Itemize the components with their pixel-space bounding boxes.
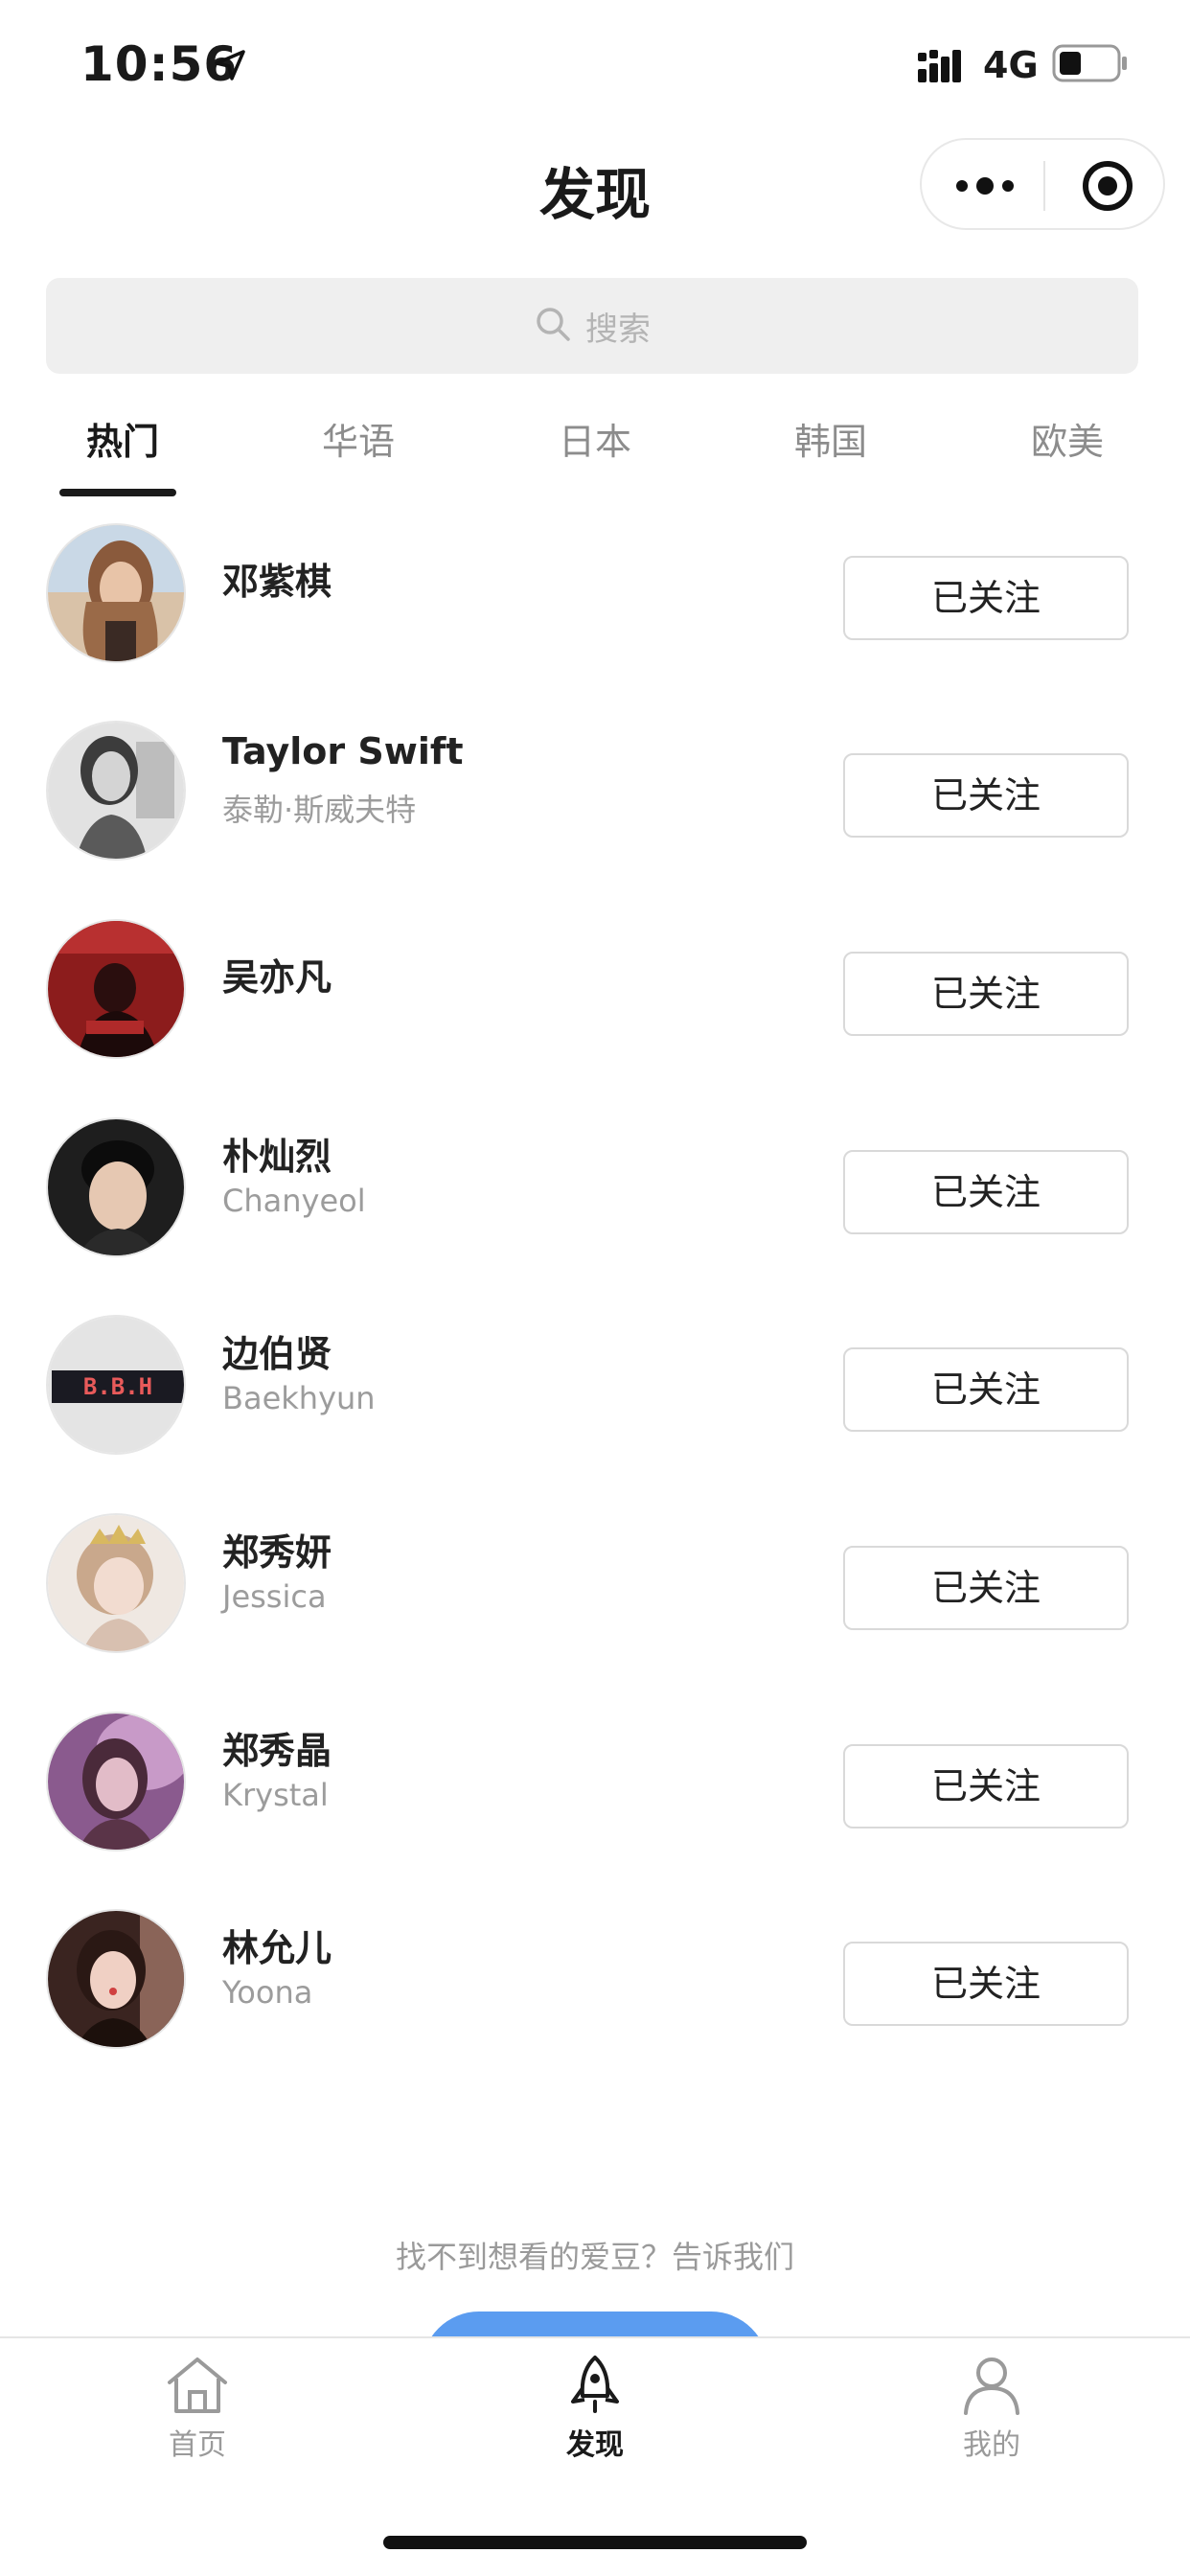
followed-button[interactable]: 已关注 xyxy=(843,1744,1129,1828)
tab-japan[interactable]: 日本 xyxy=(518,412,672,465)
followed-button[interactable]: 已关注 xyxy=(843,1546,1129,1630)
list-item[interactable]: Taylor Swift 泰勒·斯威夫特 已关注 xyxy=(0,698,1190,895)
search-input[interactable]: 搜索 xyxy=(46,278,1138,374)
artist-name: 郑秀妍 xyxy=(222,1531,332,1574)
followed-button[interactable]: 已关注 xyxy=(843,1942,1129,2026)
followed-button[interactable]: 已关注 xyxy=(843,753,1129,838)
artist-subname: Baekhyun xyxy=(222,1380,376,1416)
followed-button[interactable]: 已关注 xyxy=(843,952,1129,1036)
artist-name: 吴亦凡 xyxy=(222,956,332,999)
avatar xyxy=(46,523,186,663)
list-item[interactable]: 郑秀晶 Krystal 已关注 xyxy=(0,1689,1190,1886)
location-arrow-icon xyxy=(213,48,247,86)
home-indicator xyxy=(383,2536,807,2549)
artist-subname: Krystal xyxy=(222,1777,329,1813)
tab-korea[interactable]: 韩国 xyxy=(754,412,907,465)
artist-name: 郑秀晶 xyxy=(222,1730,332,1772)
tabbar-label: 我的 xyxy=(963,2428,1020,2462)
rocket-icon xyxy=(499,2354,691,2415)
list-item[interactable]: 吴亦凡 已关注 xyxy=(0,896,1190,1093)
search-placeholder: 搜索 xyxy=(585,310,651,349)
artist-name: 邓紫棋 xyxy=(222,561,332,603)
person-icon xyxy=(896,2354,1087,2415)
signal-icon xyxy=(918,48,972,86)
capsule-divider xyxy=(1043,161,1045,211)
followed-button[interactable]: 已关注 xyxy=(843,1347,1129,1432)
tabbar-label: 首页 xyxy=(169,2428,226,2462)
battery-icon xyxy=(1052,44,1129,86)
tab-hot[interactable]: 热门 xyxy=(46,412,199,465)
tabbar-profile[interactable]: 我的 xyxy=(896,2354,1087,2463)
avatar xyxy=(46,1712,186,1852)
home-icon xyxy=(102,2354,293,2415)
tabbar-home[interactable]: 首页 xyxy=(102,2354,293,2463)
tab-western[interactable]: 欧美 xyxy=(991,412,1144,465)
discover-page: 10:56 4G 发现 搜索 热门 华语 日本 韩国 欧美 邓紫棋 已关注 Ta… xyxy=(0,0,1190,2576)
list-item[interactable]: 郑秀妍 Jessica 已关注 xyxy=(0,1490,1190,1688)
avatar xyxy=(46,721,186,861)
artist-name: 朴灿烈 xyxy=(222,1136,332,1178)
request-artist-link[interactable]: 找不到想看的爱豆？告诉我们 xyxy=(0,2233,1190,2277)
close-target-icon[interactable] xyxy=(1077,155,1138,217)
artist-name: Taylor Swift xyxy=(222,730,464,772)
list-item[interactable]: 朴灿烈 Chanyeol 已关注 xyxy=(0,1094,1190,1292)
followed-button[interactable]: 已关注 xyxy=(843,1150,1129,1234)
artist-subname: 泰勒·斯威夫特 xyxy=(222,792,417,828)
artist-subname: Chanyeol xyxy=(222,1183,366,1219)
list-item[interactable]: B.B.H 边伯贤 Baekhyun 已关注 xyxy=(0,1292,1190,1489)
network-type: 4G xyxy=(983,44,1039,86)
mini-program-capsule xyxy=(920,138,1165,230)
avatar-caption: B.B.H xyxy=(83,1373,152,1400)
nav-bar: 发现 xyxy=(0,126,1190,242)
artist-subname: Yoona xyxy=(222,1974,313,2011)
active-tab-indicator xyxy=(59,489,176,496)
tabbar-discover[interactable]: 发现 xyxy=(499,2354,691,2463)
avatar: B.B.H xyxy=(46,1315,186,1455)
avatar xyxy=(46,919,186,1059)
avatar xyxy=(46,1117,186,1257)
more-icon[interactable] xyxy=(947,163,1023,209)
artist-name: 边伯贤 xyxy=(222,1333,332,1375)
artist-name: 林允儿 xyxy=(222,1927,332,1969)
category-tabs: 热门 华语 日本 韩国 欧美 xyxy=(0,395,1190,500)
followed-button[interactable]: 已关注 xyxy=(843,556,1129,640)
tab-chinese[interactable]: 华语 xyxy=(282,412,435,465)
status-bar: 10:56 4G xyxy=(0,0,1190,126)
search-icon xyxy=(534,305,572,347)
list-item[interactable]: 邓紫棋 已关注 xyxy=(0,500,1190,698)
list-item[interactable]: 林允儿 Yoona 已关注 xyxy=(0,1886,1190,2083)
avatar xyxy=(46,1909,186,2049)
tabbar-label: 发现 xyxy=(566,2428,624,2462)
avatar xyxy=(46,1513,186,1653)
artist-subname: Jessica xyxy=(222,1578,327,1615)
